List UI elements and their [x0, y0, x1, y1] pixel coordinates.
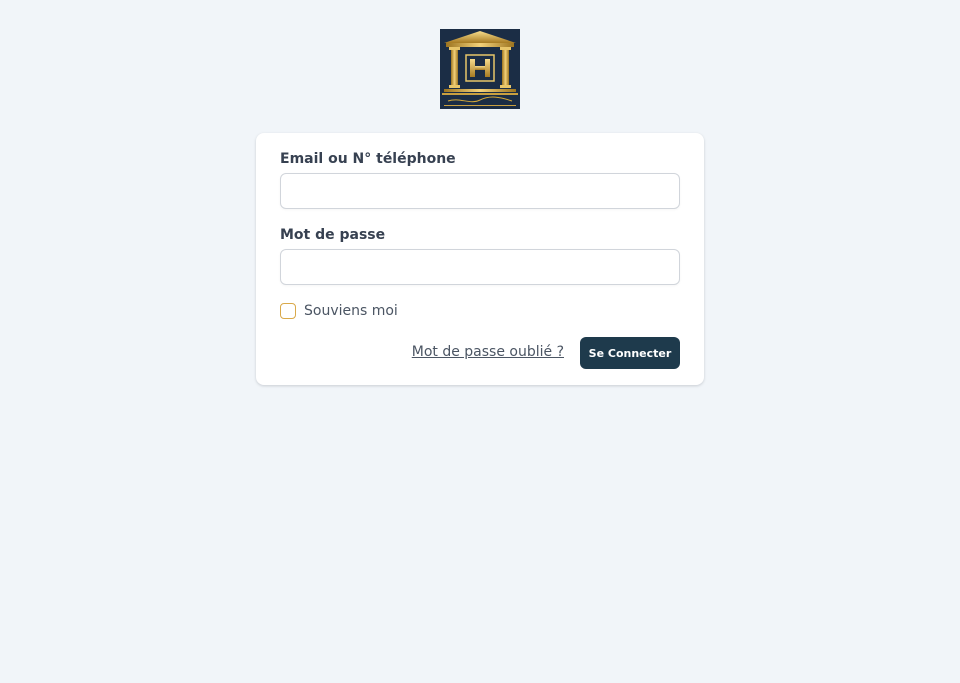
forgot-password-link[interactable]: Mot de passe oublié ?	[412, 343, 564, 361]
remember-label: Souviens moi	[304, 303, 398, 319]
password-field[interactable]	[280, 249, 680, 285]
hotel-logo-icon	[440, 29, 520, 109]
remember-me[interactable]: Souviens moi	[280, 302, 398, 320]
email-field[interactable]	[280, 173, 680, 209]
login-page: Email ou N° téléphone Mot de passe Souvi…	[0, 0, 960, 683]
password-label: Mot de passe	[280, 227, 386, 243]
remember-checkbox[interactable]	[280, 303, 296, 319]
email-label: Email ou N° téléphone	[280, 151, 456, 167]
login-card: Email ou N° téléphone Mot de passe Souvi…	[256, 133, 704, 385]
login-button[interactable]: Se Connecter	[580, 337, 680, 369]
